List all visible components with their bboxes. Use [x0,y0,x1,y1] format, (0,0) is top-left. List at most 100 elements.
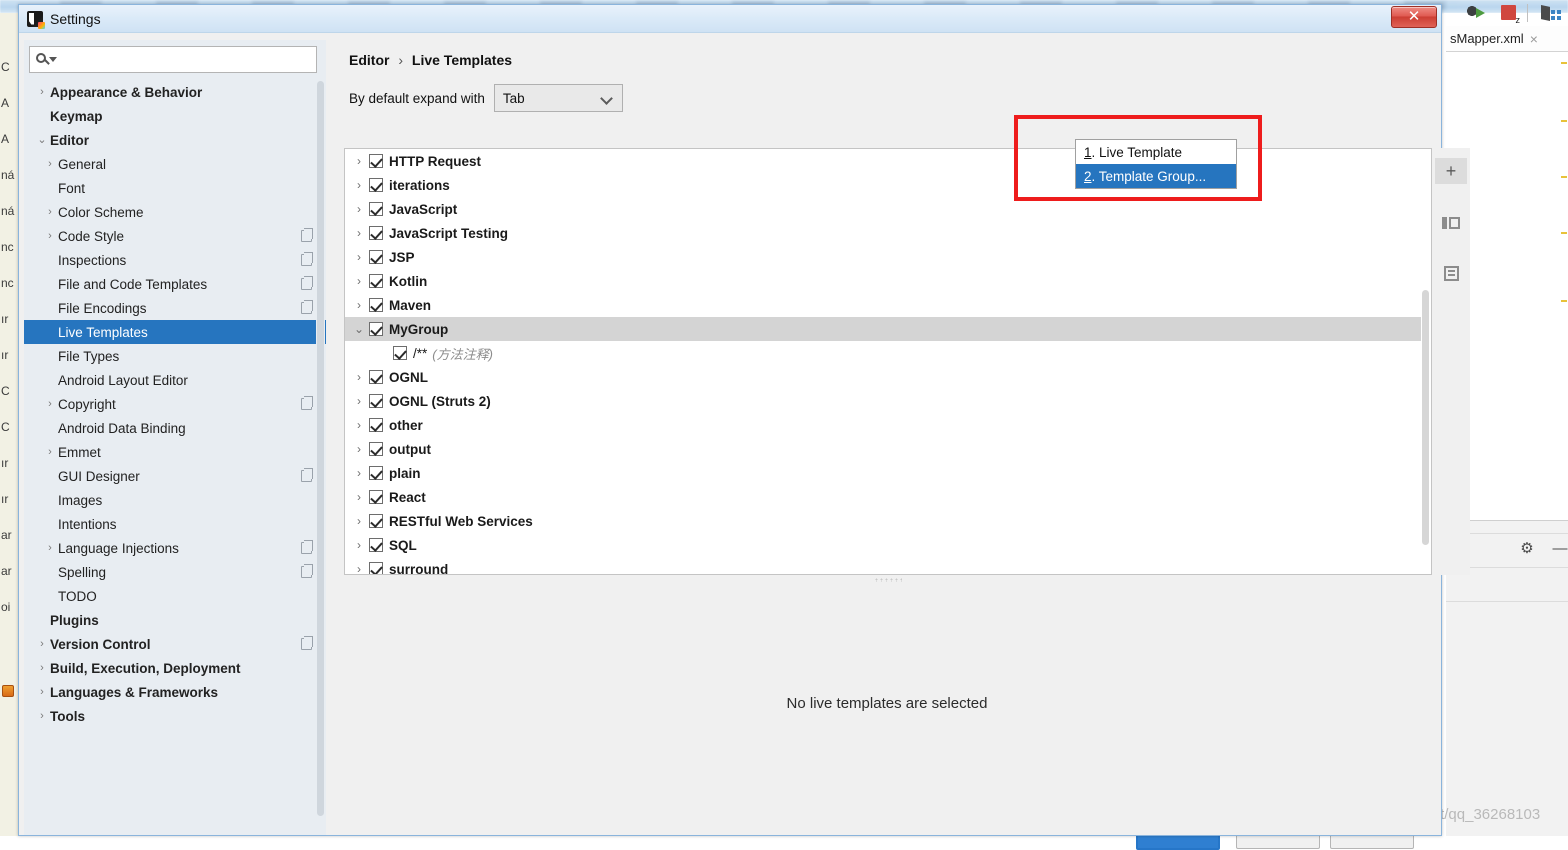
sidebar-item-gui-designer[interactable]: ›GUI Designer [24,464,326,488]
sidebar-item-inspections[interactable]: ›Inspections [24,248,326,272]
chevron-right-icon[interactable]: › [42,536,58,560]
close-button[interactable]: ✕ [1391,6,1437,28]
chevron-right-icon[interactable]: › [349,389,369,413]
checkbox[interactable] [369,322,383,336]
popup-menu-item-2[interactable]: 2. Template Group... [1076,164,1236,188]
sidebar-item-color-scheme[interactable]: ›Color Scheme [24,200,326,224]
template-group-row[interactable]: ›Maven [345,293,1421,317]
template-item-row[interactable]: /**(方法注释) [345,341,1421,365]
sidebar-item-keymap[interactable]: ›Keymap [24,104,326,128]
templates-scrollbar[interactable] [1421,150,1430,573]
chevron-right-icon[interactable]: › [349,413,369,437]
sidebar-scrollbar[interactable] [316,81,325,829]
template-group-row[interactable]: ›SQL [345,533,1421,557]
chevron-right-icon[interactable]: › [349,485,369,509]
checkbox[interactable] [369,202,383,216]
template-group-row[interactable]: ›OGNL (Struts 2) [345,389,1421,413]
chevron-right-icon[interactable]: › [349,197,369,221]
checkbox[interactable] [369,250,383,264]
checkbox[interactable] [369,274,383,288]
run-icon[interactable] [1467,3,1487,23]
chevron-right-icon[interactable]: › [349,365,369,389]
duplicate-icon[interactable] [1435,210,1467,236]
sidebar-item-tools[interactable]: ›Tools [24,704,326,728]
template-group-row[interactable]: ›JSP [345,245,1421,269]
sidebar-item-code-style[interactable]: ›Code Style [24,224,326,248]
close-icon[interactable]: × [1530,31,1538,47]
chevron-right-icon[interactable]: › [42,200,58,224]
templates-scrollbar-thumb[interactable] [1422,290,1429,545]
search-box[interactable] [29,46,317,73]
panel-splitter[interactable] [344,576,1432,584]
chevron-right-icon[interactable]: › [349,293,369,317]
sidebar-item-build-execution-deployment[interactable]: ›Build, Execution, Deployment [24,656,326,680]
sidebar-item-languages-frameworks[interactable]: ›Languages & Frameworks [24,680,326,704]
minimize-icon[interactable]: — [1552,541,1568,557]
checkbox[interactable] [369,562,383,574]
chevron-down-icon[interactable]: ⌄ [349,317,369,341]
sidebar-item-emmet[interactable]: ›Emmet [24,440,326,464]
sidebar-item-editor[interactable]: ⌄Editor [24,128,326,152]
structure-icon[interactable] [1541,3,1561,23]
chevron-right-icon[interactable]: › [349,437,369,461]
chevron-right-icon[interactable]: › [42,152,58,176]
template-group-row[interactable]: ›output [345,437,1421,461]
chevron-right-icon[interactable]: › [349,269,369,293]
sidebar-item-file-encodings[interactable]: ›File Encodings [24,296,326,320]
gear-icon[interactable]: ⚙ [1519,541,1535,557]
checkbox[interactable] [369,178,383,192]
template-group-row[interactable]: ›surround [345,557,1421,574]
sidebar-scrollbar-thumb[interactable] [317,81,324,816]
template-group-row[interactable]: ›plain [345,461,1421,485]
add-template-popup-menu[interactable]: 1. Live Template2. Template Group... [1075,139,1237,189]
checkbox[interactable] [369,298,383,312]
sidebar-item-android-layout-editor[interactable]: ›Android Layout Editor [24,368,326,392]
chevron-right-icon[interactable]: › [349,245,369,269]
sidebar-item-file-and-code-templates[interactable]: ›File and Code Templates [24,272,326,296]
template-group-row[interactable]: ›other [345,413,1421,437]
sidebar-item-version-control[interactable]: ›Version Control [24,632,326,656]
checkbox[interactable] [369,490,383,504]
breadcrumb-parent[interactable]: Editor [349,52,389,68]
chevron-right-icon[interactable]: › [349,533,369,557]
checkbox[interactable] [369,394,383,408]
checkbox[interactable] [369,466,383,480]
chevron-right-icon[interactable]: › [42,440,58,464]
checkbox[interactable] [369,154,383,168]
sidebar-item-spelling[interactable]: ›Spelling [24,560,326,584]
sidebar-item-intentions[interactable]: ›Intentions [24,512,326,536]
add-button[interactable]: + [1435,158,1467,184]
sidebar-item-font[interactable]: ›Font [24,176,326,200]
sidebar-item-images[interactable]: ›Images [24,488,326,512]
checkbox[interactable] [369,226,383,240]
template-group-row[interactable]: ›JavaScript Testing [345,221,1421,245]
search-input[interactable] [56,50,306,70]
chevron-right-icon[interactable]: › [34,680,50,704]
template-group-row[interactable]: ›HTTP Request [345,149,1421,173]
sidebar-item-general[interactable]: ›General [24,152,326,176]
sidebar-item-language-injections[interactable]: ›Language Injections [24,536,326,560]
checkbox[interactable] [369,442,383,456]
checkbox[interactable] [369,538,383,552]
chevron-right-icon[interactable]: › [349,221,369,245]
chevron-right-icon[interactable]: › [349,557,369,574]
chevron-right-icon[interactable]: › [349,173,369,197]
template-group-row[interactable]: ›React [345,485,1421,509]
checkbox[interactable] [369,370,383,384]
chevron-right-icon[interactable]: › [42,224,58,248]
chevron-right-icon[interactable]: › [34,704,50,728]
popup-menu-item-1[interactable]: 1. Live Template [1076,140,1236,164]
template-group-row[interactable]: ›OGNL [345,365,1421,389]
sidebar-item-plugins[interactable]: ›Plugins [24,608,326,632]
chevron-right-icon[interactable]: › [34,80,50,104]
chevron-right-icon[interactable]: › [349,149,369,173]
settings-category-tree[interactable]: ›Appearance & Behavior›Keymap⌄Editor›Gen… [24,80,326,832]
stop-icon[interactable] [1501,5,1516,20]
chevron-down-icon[interactable]: ⌄ [34,128,50,152]
live-templates-tree[interactable]: ›HTTP Request›iterations›JavaScript›Java… [345,149,1421,574]
template-group-row[interactable]: ›Kotlin [345,269,1421,293]
sidebar-item-file-types[interactable]: ›File Types [24,344,326,368]
chevron-right-icon[interactable]: › [349,509,369,533]
template-group-row[interactable]: ›iterations [345,173,1421,197]
chevron-right-icon[interactable]: › [34,656,50,680]
